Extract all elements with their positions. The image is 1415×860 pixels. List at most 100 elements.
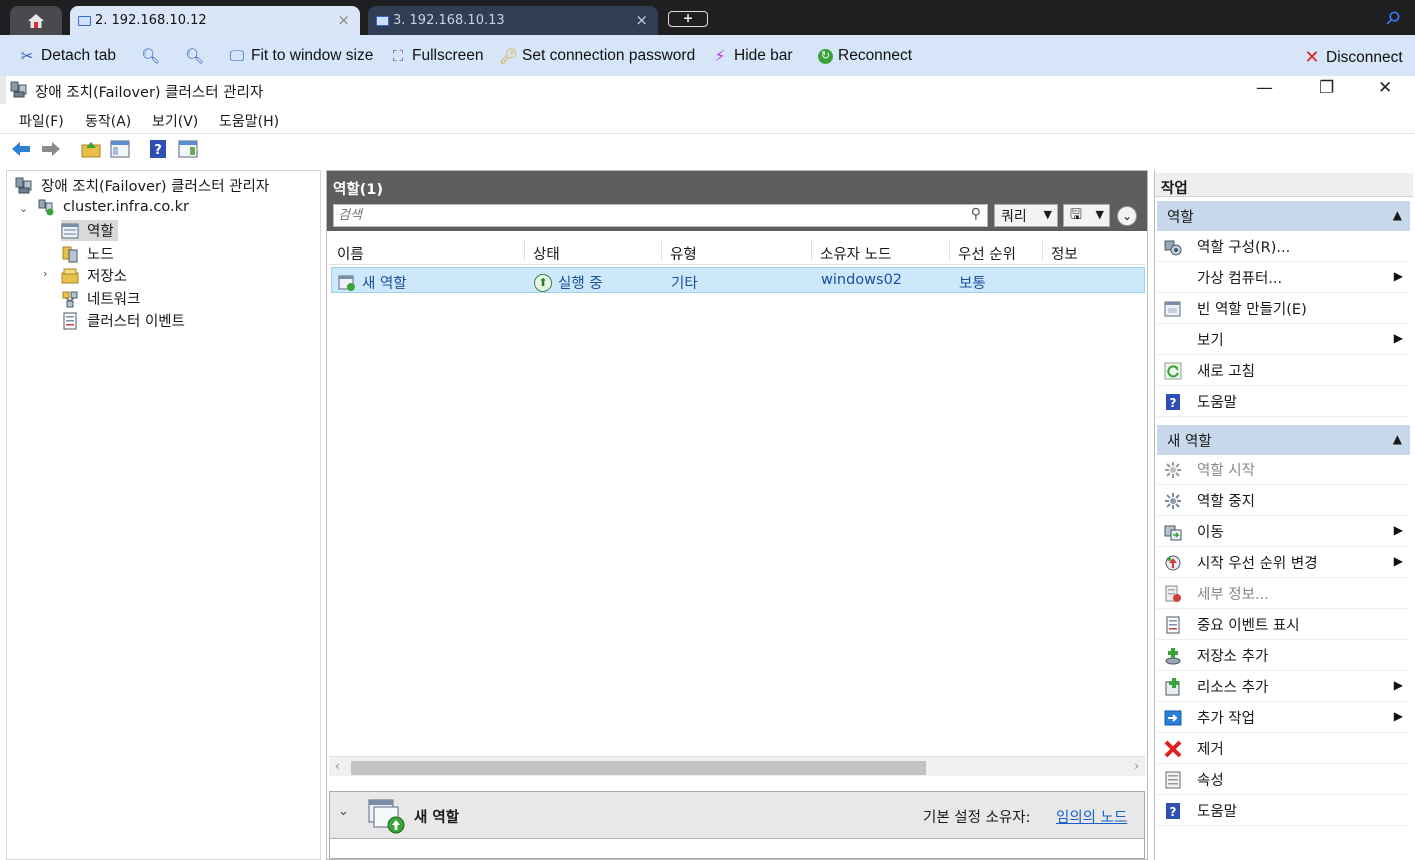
menu-help[interactable]: 도움말(H)	[219, 111, 279, 131]
new-role-action-item-5[interactable]: 중요 이벤트 표시	[1157, 610, 1407, 640]
scroll-right-icon[interactable]: ›	[1134, 759, 1139, 773]
column-status[interactable]: 상태	[525, 239, 662, 263]
new-tab-button[interactable]: +	[668, 11, 708, 27]
restore-button[interactable]: ❐	[1319, 78, 1334, 98]
roles-action-item-5[interactable]: ? 도움말	[1157, 387, 1407, 417]
tree-item-roles[interactable]: 역할	[61, 220, 118, 241]
role-detail-panel: ⌄ 새 역할 기본 설정 소유자: 임의의 노드	[329, 791, 1145, 859]
key-icon: 🔑︎	[499, 48, 519, 65]
submenu-arrow-icon: ▶	[1393, 523, 1403, 537]
action-label: 가상 컴퓨터...	[1197, 271, 1283, 287]
scroll-left-icon[interactable]: ‹	[335, 759, 340, 773]
submenu-arrow-icon: ▶	[1393, 269, 1403, 283]
column-type[interactable]: 유형	[662, 239, 812, 263]
minimize-button[interactable]: —	[1256, 78, 1273, 98]
save-query-button[interactable]: 🖫 ▼	[1063, 204, 1110, 227]
new-role-action-item-2[interactable]: 이동 ▶	[1157, 517, 1407, 547]
events-icon	[1163, 615, 1183, 635]
zoom-in-button[interactable]: 🔍︎	[141, 47, 164, 65]
close-tab-icon[interactable]: ×	[635, 11, 648, 29]
hide-bar-button[interactable]: ⚡︎ Hide bar	[711, 47, 793, 65]
collapse-header-icon[interactable]: ⌄	[1117, 206, 1137, 226]
section-new-role[interactable]: 새 역할 ▲	[1157, 425, 1410, 455]
close-tab-icon[interactable]: ×	[337, 11, 350, 29]
tree-item-label: 역할	[87, 224, 114, 240]
tree-item-nodes[interactable]: 노드	[61, 243, 114, 264]
dropdown-arrow-icon: ▼	[1095, 208, 1104, 221]
table-row[interactable]: 새 역할 ⬆ 실행 중 기타 windows02 보통	[331, 267, 1145, 293]
set-password-button[interactable]: 🔑︎ Set connection password	[499, 47, 695, 65]
action-label: 시작 우선 순위 변경	[1197, 556, 1318, 572]
new-role-action-item-8[interactable]: 추가 작업 ▶	[1157, 703, 1407, 733]
blank-icon	[1163, 330, 1183, 350]
cluster-icon	[37, 198, 55, 216]
close-window-button[interactable]: ✕	[1378, 78, 1392, 98]
column-name[interactable]: 이름	[329, 239, 525, 263]
tree-root[interactable]: 장애 조치(Failover) 클러스터 관리자	[15, 175, 269, 196]
tree-item-networks[interactable]: 네트워크	[61, 288, 140, 309]
action-label: 빈 역할 만들기(E)	[1197, 302, 1307, 318]
reconnect-button[interactable]: ↻ Reconnect	[818, 47, 912, 65]
new-role-action-item-7[interactable]: 리소스 추가 ▶	[1157, 672, 1407, 702]
home-tab[interactable]	[10, 6, 62, 35]
column-owner-node[interactable]: 소유자 노드	[812, 239, 950, 263]
tree-cluster[interactable]: cluster.infra.co.kr	[37, 198, 189, 216]
help-icon[interactable]: ?	[147, 138, 169, 160]
back-arrow-icon[interactable]	[10, 138, 32, 160]
action-label: 세부 정보...	[1197, 587, 1269, 603]
new-role-action-item-9[interactable]: 제거	[1157, 734, 1407, 764]
new-role-action-item-11[interactable]: ? 도움말	[1157, 796, 1407, 826]
navigation-tree: 장애 조치(Failover) 클러스터 관리자 ⌄ cluster.infra…	[6, 170, 321, 860]
column-info[interactable]: 정보	[1043, 239, 1143, 263]
zoom-out-button[interactable]: 🔍︎	[185, 47, 208, 65]
roles-action-item-2[interactable]: 빈 역할 만들기(E)	[1157, 294, 1407, 324]
menu-file[interactable]: 파일(F)	[19, 111, 64, 131]
tree-item-cluster-events[interactable]: 클러스터 이벤트	[61, 310, 185, 331]
lightning-icon: ⚡︎	[714, 48, 726, 65]
collapse-section-icon[interactable]: ▲	[1393, 432, 1402, 446]
disconnect-button[interactable]: ✕ Disconnect	[1303, 47, 1402, 68]
collapse-cluster-icon[interactable]: ⌄	[19, 202, 28, 215]
roles-action-item-3[interactable]: 보기 ▶	[1157, 325, 1407, 355]
owner-link[interactable]: 임의의 노드	[1056, 806, 1127, 827]
start-role-icon	[1163, 460, 1183, 480]
roles-action-item-0[interactable]: 역할 구성(R)...	[1157, 232, 1407, 262]
fit-window-button[interactable]: 🖵 Fit to window size	[228, 47, 374, 65]
collapse-section-icon[interactable]: ▲	[1393, 208, 1402, 222]
paperclip-icon[interactable]: ⚲	[1381, 6, 1405, 30]
menu-action[interactable]: 동작(A)	[85, 111, 131, 131]
search-icon[interactable]: ⚲	[971, 206, 981, 222]
show-action-pane-icon[interactable]	[177, 138, 199, 160]
new-role-action-item-0[interactable]: 역할 시작	[1157, 455, 1407, 485]
query-button[interactable]: 쿼리 ▼	[994, 204, 1058, 227]
tab-192-168-10-13[interactable]: 3. 192.168.10.13 ×	[368, 6, 658, 35]
section-roles[interactable]: 역할 ▲	[1157, 201, 1410, 231]
collapse-detail-icon[interactable]: ⌄	[338, 804, 349, 819]
search-box[interactable]: ⚲	[333, 204, 988, 227]
detach-tab-button[interactable]: ✂ Detach tab	[18, 47, 116, 65]
role-status: 실행 중	[558, 276, 603, 292]
forward-arrow-icon[interactable]	[40, 138, 62, 160]
search-input[interactable]	[334, 205, 954, 226]
new-role-action-item-10[interactable]: 속성	[1157, 765, 1407, 795]
roles-action-item-4[interactable]: 새로 고침	[1157, 356, 1407, 386]
show-hide-tree-icon[interactable]	[109, 138, 131, 160]
zoom-out-icon: 🔍︎	[185, 48, 205, 65]
menu-view[interactable]: 보기(V)	[152, 111, 198, 131]
up-folder-icon[interactable]	[80, 138, 102, 160]
horizontal-scrollbar[interactable]: ‹ ›	[329, 756, 1145, 776]
roles-action-item-1[interactable]: 가상 컴퓨터... ▶	[1157, 263, 1407, 293]
new-role-action-item-6[interactable]: 저장소 추가	[1157, 641, 1407, 671]
scrollbar-thumb[interactable]	[351, 761, 926, 775]
new-role-action-item-3[interactable]: 시작 우선 순위 변경 ▶	[1157, 548, 1407, 578]
new-role-action-item-1[interactable]: 역할 중지	[1157, 486, 1407, 516]
section-roles-label: 역할	[1167, 210, 1194, 226]
expand-storage-icon[interactable]: ›	[43, 267, 47, 280]
tab-192-168-10-12[interactable]: 2. 192.168.10.12 ×	[70, 6, 360, 35]
new-role-action-item-4[interactable]: 세부 정보...	[1157, 579, 1407, 609]
svg-text:?: ?	[1170, 396, 1177, 410]
fullscreen-button[interactable]: ⛶ Fullscreen	[389, 47, 484, 65]
column-priority[interactable]: 우선 순위	[950, 239, 1043, 263]
actions-title: 작업	[1155, 173, 1413, 197]
tree-item-storage[interactable]: 저장소	[61, 265, 127, 286]
